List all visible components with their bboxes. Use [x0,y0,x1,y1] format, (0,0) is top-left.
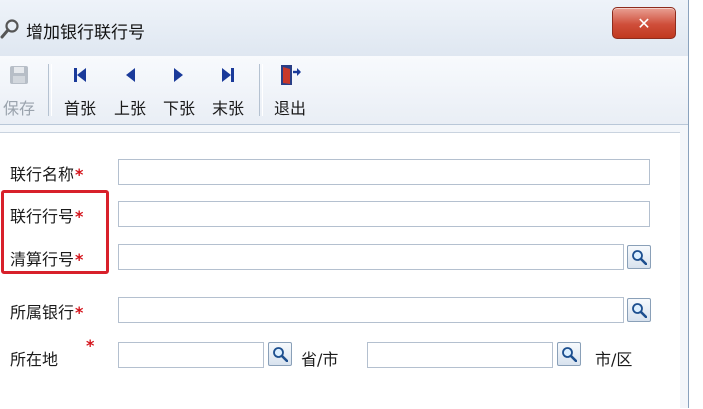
city-lookup-button[interactable] [557,342,581,366]
last-record-icon [215,62,241,88]
close-icon: ✕ [637,13,651,33]
city-suffix: 市/区 [595,350,633,369]
branch-number-input[interactable] [118,201,650,227]
required-mark: * [75,303,84,322]
bank-lookup-button[interactable] [627,298,651,322]
required-mark: * [75,250,84,269]
toolbar: 保存 首张 上张 下张 末张 退出 [0,56,688,125]
province-suffix: 省/市 [301,350,339,369]
province-input[interactable] [118,342,264,368]
exit-label: 退出 [273,99,306,118]
previous-record-button[interactable]: 上张 [108,62,152,120]
toolbar-separator [259,64,263,116]
required-mark: * [75,165,84,184]
city-input[interactable] [367,342,553,368]
last-record-label: 末张 [211,99,244,118]
first-record-button[interactable]: 首张 [58,62,102,120]
location-label: 所在地 [10,350,59,369]
branch-name-input[interactable] [118,159,650,185]
clearing-number-input[interactable] [118,244,624,270]
close-button[interactable]: ✕ [612,7,676,39]
next-record-label: 下张 [162,99,195,118]
magnifier-icon [632,250,647,265]
magnifier-icon [273,347,288,362]
branch-name-label: 联行名称* [10,165,84,184]
clearing-number-label: 清算行号* [10,250,84,269]
next-record-icon [166,62,192,88]
magnifier-icon [632,303,647,318]
first-record-label: 首张 [63,99,96,118]
exit-button[interactable]: 退出 [268,62,312,120]
first-record-icon [67,62,93,88]
floppy-disk-icon [6,62,32,88]
province-lookup-button[interactable] [268,342,292,366]
save-button[interactable]: 保存 [0,62,40,120]
branch-number-label: 联行行号* [10,207,84,226]
last-record-button[interactable]: 末张 [206,62,250,120]
previous-record-icon [117,62,143,88]
title-bar: 增加银行联行号 ✕ [0,0,688,56]
window-title: 增加银行联行号 [26,23,145,43]
bank-label: 所属银行* [10,303,84,322]
search-key-icon [0,18,22,40]
required-mark: * [75,207,84,226]
save-label: 保存 [2,99,35,118]
clearing-number-lookup-button[interactable] [627,245,651,269]
form-panel: 联行名称* 联行行号* 清算行号* 所属银行* 所在地 * 省/市 市/区 [0,132,680,409]
required-mark: * [86,336,95,355]
toolbar-separator [48,64,52,116]
previous-record-label: 上张 [113,99,146,118]
magnifier-icon [562,347,577,362]
exit-door-icon [277,62,303,88]
next-record-button[interactable]: 下张 [157,62,201,120]
dialog-window: 增加银行联行号 ✕ 保存 首张 上张 下张 末张 退出 联行名称* 联行行号* … [0,0,689,409]
bank-input[interactable] [118,297,624,323]
